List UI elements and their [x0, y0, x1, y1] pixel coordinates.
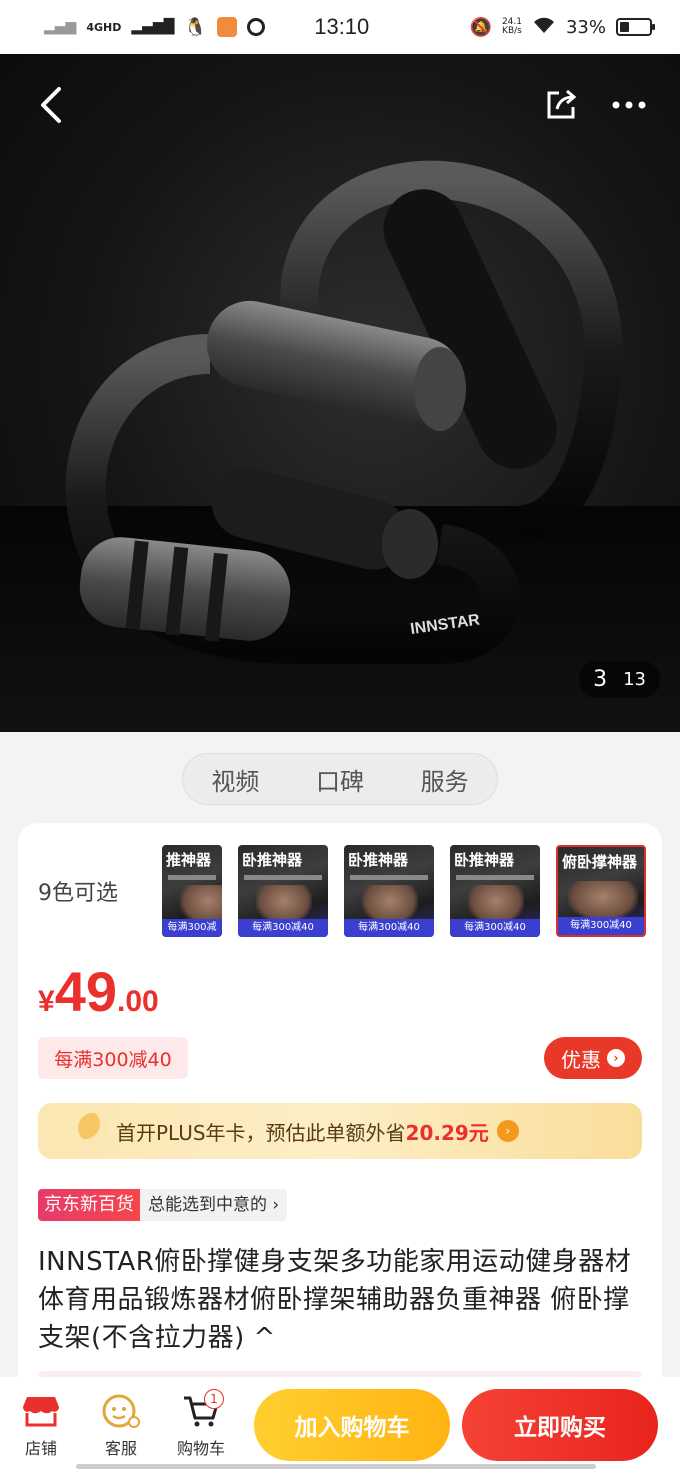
- clock: 13:10: [314, 14, 370, 39]
- product-title[interactable]: INNSTAR俯卧撑健身支架多功能家用运动健身器材体育用品锻炼器材俯卧撑架辅助器…: [38, 1243, 648, 1357]
- buy-now-button[interactable]: 立即购买: [462, 1389, 658, 1461]
- color-thumbnail-list: 推神器每满300减40 卧推神器每满300减40 卧推神器每满300减40 卧推…: [162, 845, 650, 937]
- battery-percent: 33%: [565, 16, 606, 38]
- color-thumbnail[interactable]: 卧推神器 每满300减40: [450, 845, 540, 937]
- color-thumbnail[interactable]: 卧推神器 每满300减40: [238, 845, 328, 937]
- plus-savings-amount: 20.29元: [405, 1120, 489, 1145]
- more-dots-icon: [612, 101, 646, 109]
- net-speed: 24.1 KB/s: [501, 17, 522, 36]
- total-image-count: 13: [623, 669, 646, 690]
- current-image-index: 3: [593, 667, 608, 692]
- color-thumbnail-selected[interactable]: 俯卧撑神器 每满300减40: [556, 845, 646, 937]
- customer-service-label: 客服: [104, 1439, 137, 1458]
- color-thumbnail[interactable]: 卧推神器 每满300减40: [344, 845, 434, 937]
- store-channel-row[interactable]: 京东新百货 总能选到中意的 ›: [38, 1189, 288, 1221]
- store-label: 店铺: [24, 1439, 57, 1458]
- chevron-right-icon: ›: [607, 1049, 625, 1067]
- plus-banner-text: 首开PLUS年卡，预估此单额外省: [116, 1120, 406, 1145]
- home-indicator[interactable]: [76, 1464, 596, 1469]
- discount-button-label: 优惠: [561, 1047, 601, 1072]
- tab-reviews[interactable]: 口碑: [316, 762, 364, 797]
- chevron-left-icon: [41, 87, 61, 123]
- customer-service-icon: [102, 1394, 140, 1428]
- store-icon: [23, 1397, 59, 1427]
- cart-label: 购物车: [176, 1439, 225, 1458]
- store-badge: 京东新百货: [38, 1189, 140, 1221]
- price-integer: 49: [54, 960, 117, 1023]
- color-options-label[interactable]: 9色可选: [38, 875, 118, 907]
- tab-video[interactable]: 视频: [211, 762, 259, 797]
- price-currency: ¥: [38, 985, 55, 1018]
- product-info-card: 9色可选 推神器每满300减40 卧推神器每满300减40 卧推神器每满300减…: [18, 823, 662, 1443]
- share-button[interactable]: [536, 80, 586, 130]
- mute-icon: 🔕: [469, 16, 492, 38]
- color-thumbnail[interactable]: 推神器每满300减40: [162, 845, 222, 937]
- chevron-right-icon: ›: [496, 1120, 519, 1142]
- signal-strength-icon: ▂▄▆█: [131, 19, 175, 35]
- promotion-tag[interactable]: 每满300减40: [38, 1037, 188, 1079]
- share-icon: [547, 89, 577, 119]
- network-type: 4GHD: [86, 20, 122, 34]
- price: ¥49.00: [38, 959, 159, 1024]
- store-slogan: 总能选到中意的 ›: [140, 1189, 288, 1221]
- bottom-action-bar: 店铺 客服 购物车 1 加入购物车 立即购买: [0, 1377, 680, 1473]
- cart-count-badge: 1: [204, 1389, 224, 1409]
- tab-service[interactable]: 服务: [421, 762, 469, 797]
- cart-button[interactable]: 购物车 1: [166, 1389, 236, 1459]
- battery-icon: [616, 18, 655, 36]
- discount-button[interactable]: 优惠 ›: [544, 1037, 642, 1079]
- add-to-cart-button[interactable]: 加入购物车: [254, 1389, 450, 1461]
- moon-icon: [78, 1113, 108, 1143]
- price-decimal: .00: [116, 985, 159, 1018]
- product-image-carousel[interactable]: INNSTAR 3 13: [0, 54, 680, 732]
- status-bar: ▂▄▆ 4GHD ▂▄▆█ 🐧 13:10 🔕 24.1 KB/s 33%: [0, 0, 680, 54]
- push-up-stand-image: INNSTAR: [65, 160, 623, 664]
- qq-icon: 🐧: [184, 16, 207, 38]
- store-button[interactable]: 店铺: [6, 1393, 76, 1459]
- back-button[interactable]: [26, 80, 76, 130]
- wifi-icon: [532, 16, 556, 39]
- more-button[interactable]: [604, 80, 654, 130]
- media-tabs: 视频 口碑 服务: [182, 753, 498, 805]
- plus-membership-banner[interactable]: 首开PLUS年卡，预估此单额外省 20.29元 ›: [38, 1103, 642, 1159]
- signal-icon: ▂▄▆: [44, 19, 77, 35]
- customer-service-button[interactable]: 客服: [86, 1393, 156, 1459]
- image-page-indicator: 3 13: [579, 661, 660, 698]
